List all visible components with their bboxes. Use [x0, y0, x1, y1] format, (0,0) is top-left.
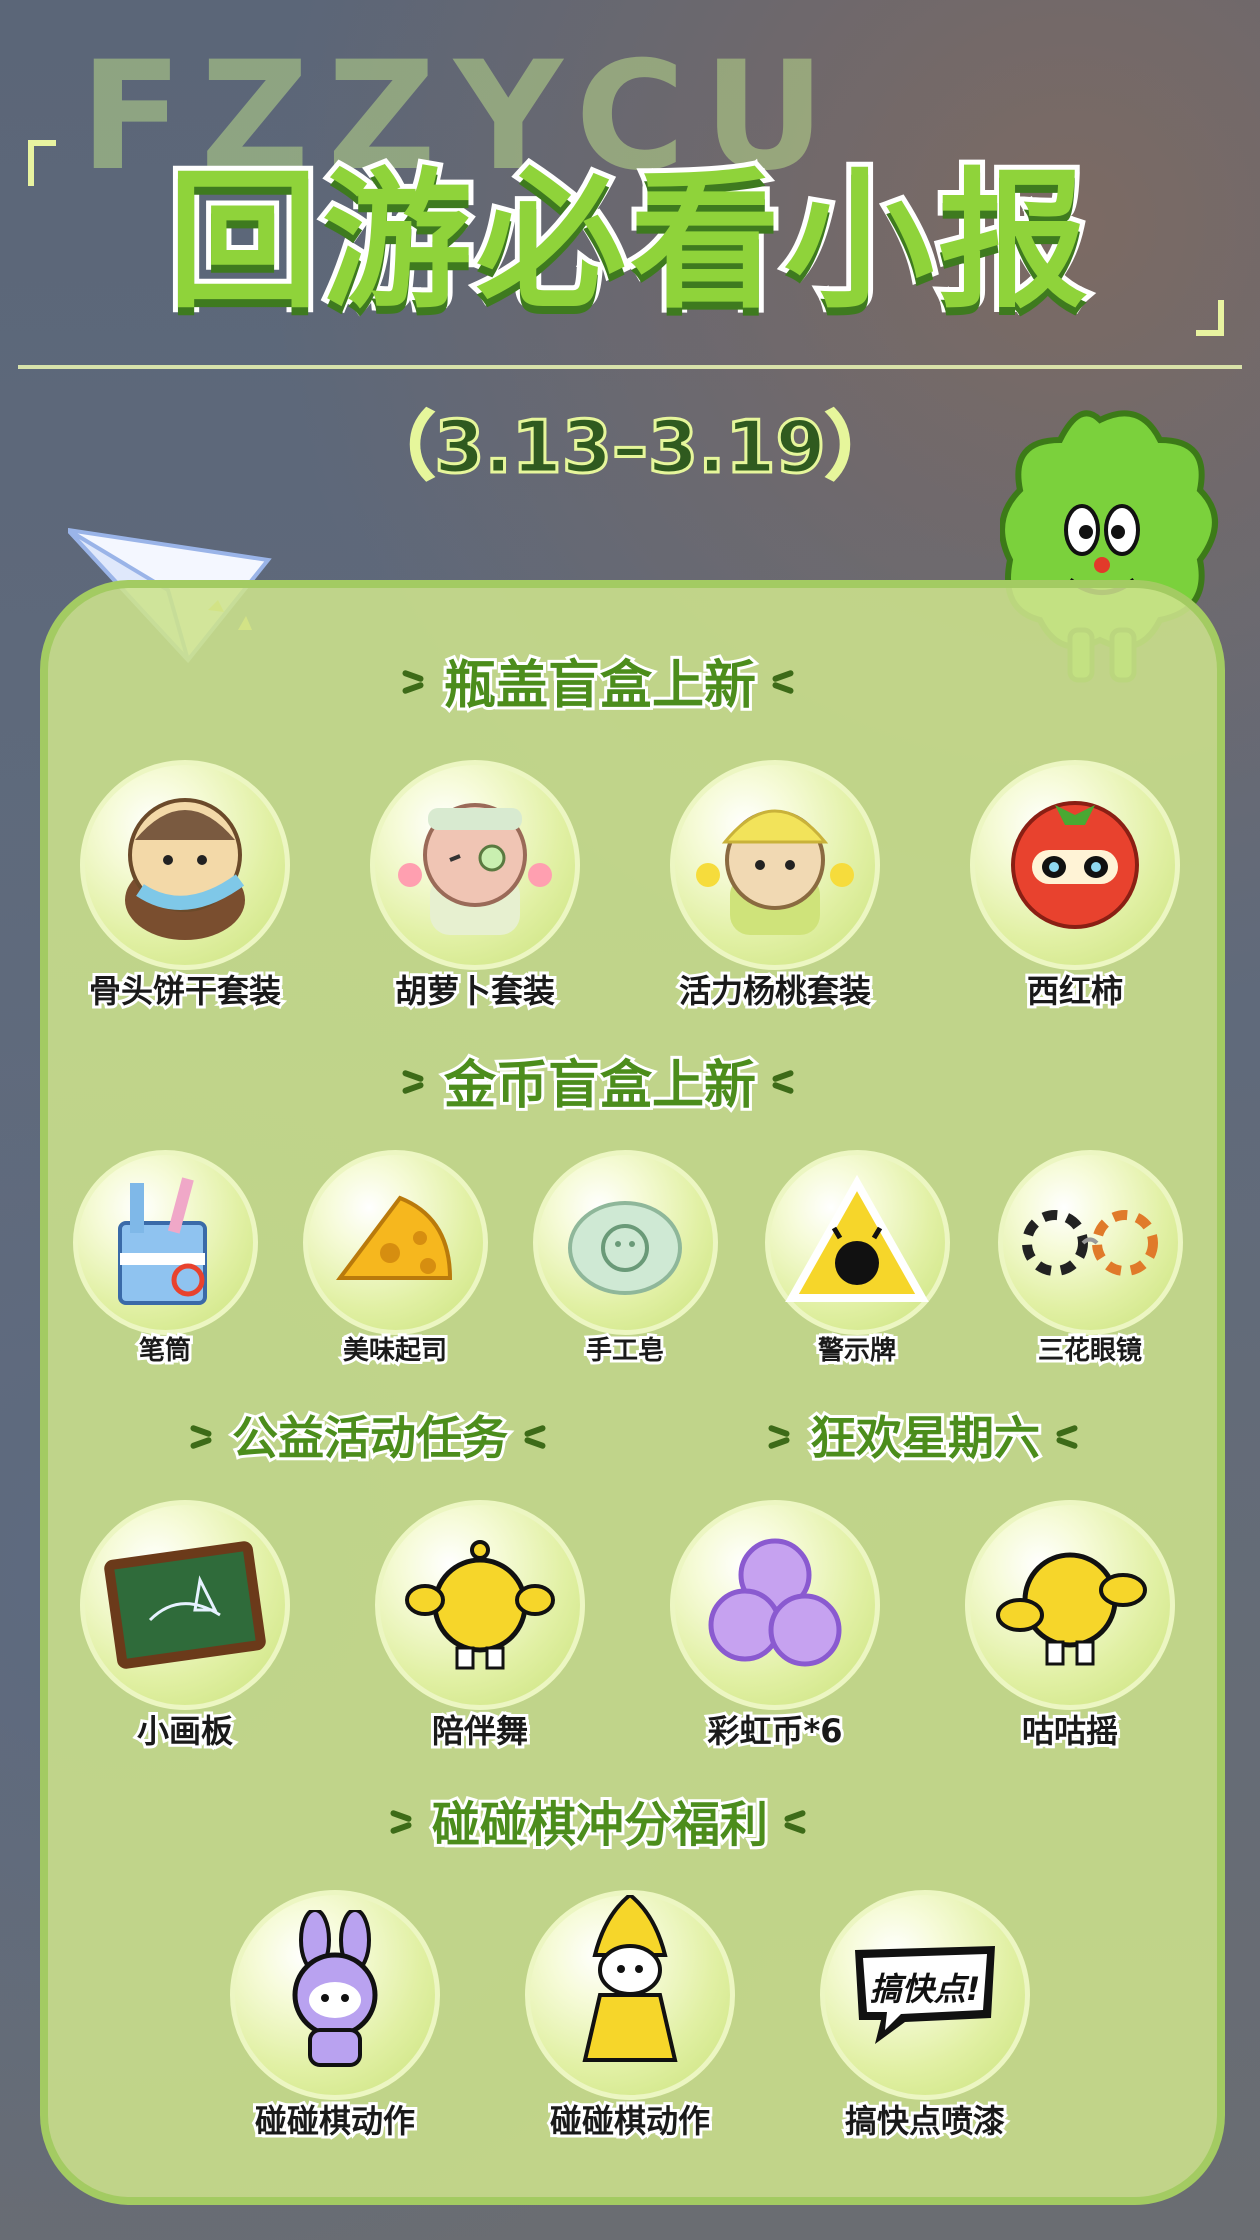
pen-holder-icon	[118, 1176, 207, 1305]
spark-left-icon	[402, 1073, 428, 1087]
item-label: 搞快点喷漆	[842, 2099, 1008, 2143]
rainbow-coin-icon	[708, 1538, 842, 1667]
page-title: 回游必看小报	[163, 150, 1093, 334]
dance-emote-icon	[405, 1540, 555, 1670]
spray-text: 搞快点!	[869, 1970, 981, 2008]
bone-cookie-outfit-icon	[125, 798, 245, 940]
chalkboard-icon	[104, 1541, 266, 1669]
section-title-charity: 公益活动任务	[160, 1395, 580, 1475]
item-shake-emote[interactable]: 咕咕摇	[955, 1500, 1185, 1760]
section-title-bottlecap: 瓶盖盲盒上新	[330, 640, 870, 720]
soap-icon	[568, 1200, 682, 1295]
section-title-chess: 碰碰棋冲分福利	[310, 1780, 890, 1860]
item-spray-sticker[interactable]: 搞快点! 搞快点喷漆	[810, 1890, 1040, 2150]
item-cheese[interactable]: 美味起司	[295, 1150, 495, 1370]
carrot-outfit-icon	[398, 803, 552, 935]
item-warning-sign[interactable]: 警示牌	[757, 1150, 957, 1370]
starfruit-outfit-icon	[696, 809, 854, 935]
item-label: 警示牌	[815, 1333, 899, 1369]
item-label: 胡萝卜套装	[392, 969, 558, 1013]
tomato-outfit-icon	[1011, 801, 1139, 929]
spark-right-icon	[524, 1428, 550, 1442]
spark-left-icon	[190, 1428, 216, 1442]
item-bunny-action[interactable]: 碰碰棋动作	[220, 1890, 450, 2150]
item-label: 美味起司	[340, 1333, 450, 1369]
item-label: 碰碰棋动作	[547, 2099, 713, 2143]
section-title-coin: 金币盲盒上新	[330, 1040, 870, 1120]
cheese-icon	[336, 1195, 453, 1280]
item-soap[interactable]: 手工皂	[525, 1150, 725, 1370]
item-rainbow-coin[interactable]: 彩虹币*6	[660, 1500, 890, 1760]
bunny-action-icon	[292, 1910, 378, 2067]
item-label: 笔筒	[136, 1333, 194, 1369]
item-label: 三花眼镜	[1035, 1333, 1145, 1369]
item-label: 骨头饼干套装	[86, 969, 284, 1013]
item-raincoat-action[interactable]: 碰碰棋动作	[515, 1890, 745, 2150]
spark-right-icon	[1056, 1428, 1082, 1442]
spray-sticker-icon: 搞快点!	[845, 1940, 1005, 2050]
item-label: 活力杨桃套装	[676, 969, 874, 1013]
item-label: 咕咕摇	[1019, 1709, 1121, 1753]
item-label: 陪伴舞	[429, 1709, 531, 1753]
spark-left-icon	[390, 1813, 416, 1827]
glasses-icon	[1022, 1209, 1158, 1276]
item-label: 西红柿	[1024, 969, 1126, 1013]
item-label: 彩虹币*6	[704, 1709, 845, 1753]
spark-right-icon	[784, 1813, 810, 1827]
item-label: 小画板	[134, 1709, 236, 1753]
item-glasses[interactable]: 三花眼镜	[990, 1150, 1190, 1370]
item-carrot-outfit[interactable]: 胡萝卜套装	[360, 760, 590, 1020]
item-starfruit-outfit[interactable]: 活力杨桃套装	[655, 760, 895, 1020]
shake-emote-icon	[996, 1552, 1147, 1666]
item-pen-holder[interactable]: 笔筒	[65, 1150, 265, 1370]
title-underline	[18, 365, 1242, 369]
raincoat-action-icon	[582, 1895, 678, 2062]
item-label: 手工皂	[583, 1333, 667, 1369]
spark-left-icon	[768, 1428, 794, 1442]
item-dance-emote[interactable]: 陪伴舞	[365, 1500, 595, 1760]
item-bone-cookie-outfit[interactable]: 骨头饼干套装	[70, 760, 300, 1020]
warning-sign-icon	[785, 1174, 929, 1302]
spark-left-icon	[402, 673, 428, 687]
item-chalkboard[interactable]: 小画板	[70, 1500, 300, 1760]
spark-right-icon	[772, 1073, 798, 1087]
section-title-saturday: 狂欢星期六	[760, 1395, 1090, 1475]
item-tomato-outfit[interactable]: 西红柿	[960, 760, 1190, 1020]
item-label: 碰碰棋动作	[252, 2099, 418, 2143]
spark-right-icon	[772, 673, 798, 687]
